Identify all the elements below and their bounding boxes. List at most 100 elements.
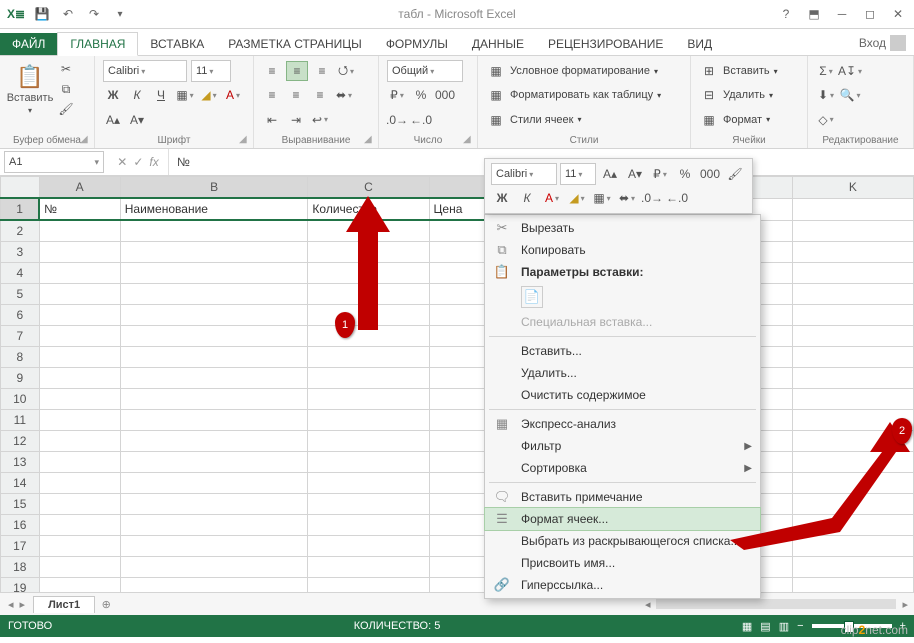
find-icon[interactable]: 🔍 xyxy=(840,86,860,104)
ctx-define-name[interactable]: Присвоить имя... xyxy=(485,552,760,574)
ctx-insert[interactable]: Вставить... xyxy=(485,340,760,362)
row-header-9[interactable]: 9 xyxy=(1,368,40,389)
cell-C12[interactable] xyxy=(308,431,429,452)
mini-italic-icon[interactable]: К xyxy=(516,189,538,207)
ctx-clear[interactable]: Очистить содержимое xyxy=(485,384,760,406)
row-header-16[interactable]: 16 xyxy=(1,515,40,536)
currency-icon[interactable]: ₽ xyxy=(387,86,407,104)
cell-B2[interactable] xyxy=(120,220,308,242)
ctx-quick-analysis[interactable]: ▦Экспресс-анализ xyxy=(485,413,760,435)
cell-K9[interactable] xyxy=(792,368,913,389)
view-page-break-icon[interactable]: ▥ xyxy=(779,620,789,633)
cell-A13[interactable] xyxy=(39,452,120,473)
col-header-B[interactable]: B xyxy=(120,177,308,199)
cell-C17[interactable] xyxy=(308,536,429,557)
ctx-cut[interactable]: ✂Вырезать xyxy=(485,217,760,239)
hscroll-left-icon[interactable]: ◂ xyxy=(639,598,657,611)
cell-A3[interactable] xyxy=(39,242,120,263)
row-header-5[interactable]: 5 xyxy=(1,284,40,305)
enter-formula-icon[interactable]: ✓ xyxy=(133,155,143,169)
ribbon-options-icon[interactable]: ⬒ xyxy=(804,4,824,24)
align-right-icon[interactable]: ≡ xyxy=(310,86,330,104)
align-launcher-icon[interactable]: ◢ xyxy=(364,134,376,146)
col-header-A[interactable]: A xyxy=(39,177,120,199)
cell-B9[interactable] xyxy=(120,368,308,389)
horizontal-scrollbar[interactable] xyxy=(656,599,896,609)
cell-B10[interactable] xyxy=(120,389,308,410)
fill-icon[interactable]: ⬇ xyxy=(816,86,836,104)
undo-icon[interactable]: ↶ xyxy=(58,4,78,24)
font-name-select[interactable]: Calibri xyxy=(103,60,187,82)
cell-B3[interactable] xyxy=(120,242,308,263)
cell-C5[interactable] xyxy=(308,284,429,305)
clear-icon[interactable]: ◇ xyxy=(816,111,836,129)
ctx-insert-comment[interactable]: 🗨Вставить примечание xyxy=(485,486,760,508)
cell-B7[interactable] xyxy=(120,326,308,347)
cell-B15[interactable] xyxy=(120,494,308,515)
cell-B18[interactable] xyxy=(120,557,308,578)
percent-icon[interactable]: % xyxy=(411,86,431,104)
select-all-corner[interactable] xyxy=(1,177,40,199)
format-table-button[interactable]: Форматировать как таблицу xyxy=(510,89,653,101)
view-normal-icon[interactable]: ▦ xyxy=(742,620,752,633)
mini-increase-font-icon[interactable]: A▴ xyxy=(599,165,621,183)
fill-color-button[interactable]: ◢ xyxy=(199,86,219,104)
cell-C18[interactable] xyxy=(308,557,429,578)
mini-merge-icon[interactable]: ⬌ xyxy=(616,189,638,207)
cell-K19[interactable] xyxy=(792,578,913,593)
cell-C14[interactable] xyxy=(308,473,429,494)
tab-review[interactable]: РЕЦЕНЗИРОВАНИЕ xyxy=(536,33,675,55)
font-size-select[interactable]: 11 xyxy=(191,60,231,82)
align-middle-icon[interactable]: ≡ xyxy=(286,61,308,81)
cell-C2[interactable] xyxy=(308,220,429,242)
cell-K3[interactable] xyxy=(792,242,913,263)
mini-fill-color-icon[interactable]: ◢ xyxy=(566,189,588,207)
cell-A18[interactable] xyxy=(39,557,120,578)
tab-view[interactable]: ВИД xyxy=(675,33,724,55)
merge-icon[interactable]: ⬌ xyxy=(334,86,354,104)
add-sheet-icon[interactable]: ⊕ xyxy=(95,598,117,611)
save-icon[interactable]: 💾 xyxy=(32,4,52,24)
cell-C13[interactable] xyxy=(308,452,429,473)
col-header-K[interactable]: K xyxy=(792,177,913,199)
cell-K16[interactable] xyxy=(792,515,913,536)
autosum-icon[interactable]: Σ xyxy=(816,62,836,80)
cell-C16[interactable] xyxy=(308,515,429,536)
cell-C15[interactable] xyxy=(308,494,429,515)
tab-insert[interactable]: ВСТАВКА xyxy=(138,33,216,55)
row-header-11[interactable]: 11 xyxy=(1,410,40,431)
mini-bold-icon[interactable]: Ж xyxy=(491,189,513,207)
cell-K13[interactable] xyxy=(792,452,913,473)
row-header-10[interactable]: 10 xyxy=(1,389,40,410)
number-format-select[interactable]: Общий xyxy=(387,60,463,82)
mini-border-icon[interactable]: ▦ xyxy=(591,189,613,207)
ctx-filter[interactable]: Фильтр▶ xyxy=(485,435,760,457)
name-box[interactable]: A1▾ xyxy=(4,151,104,173)
close-icon[interactable]: ✕ xyxy=(888,4,908,24)
cell-B6[interactable] xyxy=(120,305,308,326)
cell-K15[interactable] xyxy=(792,494,913,515)
wrap-text-icon[interactable]: ↩ xyxy=(310,111,330,129)
ctx-sort[interactable]: Сортировка▶ xyxy=(485,457,760,479)
cell-B14[interactable] xyxy=(120,473,308,494)
font-color-button[interactable]: A xyxy=(223,86,243,104)
decrease-decimal-icon[interactable]: ←.0 xyxy=(411,111,431,129)
ctx-delete[interactable]: Удалить... xyxy=(485,362,760,384)
underline-button[interactable]: Ч xyxy=(151,86,171,104)
cell-K11[interactable] xyxy=(792,410,913,431)
fx-icon[interactable]: fx xyxy=(149,155,158,169)
cell-K5[interactable] xyxy=(792,284,913,305)
row-header-8[interactable]: 8 xyxy=(1,347,40,368)
align-bottom-icon[interactable]: ≡ xyxy=(312,62,332,80)
mini-decrease-font-icon[interactable]: A▾ xyxy=(624,165,646,183)
tab-file[interactable]: ФАЙЛ xyxy=(0,33,57,55)
cell-A7[interactable] xyxy=(39,326,120,347)
cell-A16[interactable] xyxy=(39,515,120,536)
cell-K7[interactable] xyxy=(792,326,913,347)
mini-comma-icon[interactable]: 000 xyxy=(699,165,721,183)
cell-K6[interactable] xyxy=(792,305,913,326)
restore-icon[interactable]: ◻ xyxy=(860,4,880,24)
cell-C10[interactable] xyxy=(308,389,429,410)
decrease-font-icon[interactable]: A▾ xyxy=(127,111,147,129)
row-header-17[interactable]: 17 xyxy=(1,536,40,557)
